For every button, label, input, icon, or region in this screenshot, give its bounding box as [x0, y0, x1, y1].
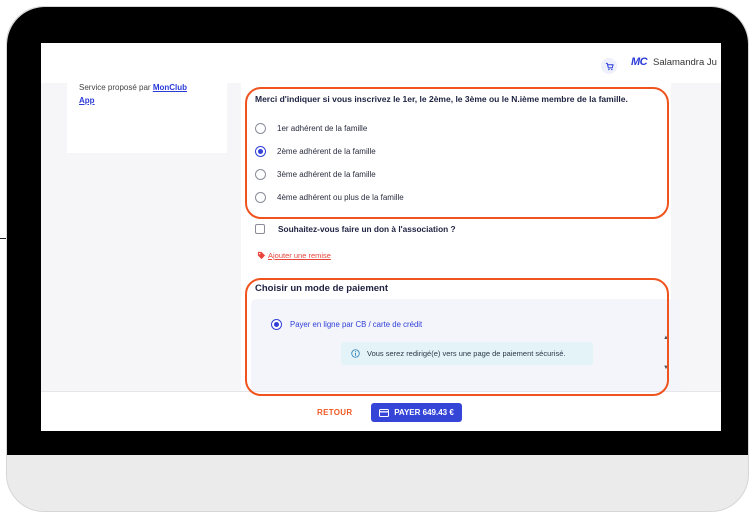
highlight-payment — [245, 278, 669, 396]
add-discount-link[interactable]: Ajouter une remise — [257, 251, 331, 260]
device-frame: MC Salamandra Ju Service proposé par Mon… — [6, 6, 749, 512]
user-name[interactable]: Salamandra Ju — [653, 57, 717, 68]
cart-button[interactable] — [601, 58, 617, 74]
service-link-app[interactable]: App — [79, 96, 95, 105]
pay-button[interactable]: PAYER 649.43 € — [371, 403, 462, 422]
pay-button-label: PAYER 649.43 € — [394, 408, 454, 417]
back-button[interactable]: RETOUR — [317, 408, 352, 417]
cart-icon — [605, 62, 614, 70]
footer-bar: RETOUR PAYER 649.43 € — [41, 391, 721, 431]
card-icon — [379, 408, 390, 417]
stage: MC Salamandra Ju Service proposé par Mon… — [0, 0, 755, 519]
add-discount-label: Ajouter une remise — [268, 251, 331, 260]
tag-icon — [257, 251, 266, 260]
service-link[interactable]: MonClub — [153, 83, 187, 92]
screen: MC Salamandra Ju Service proposé par Mon… — [41, 43, 721, 431]
sidebar-card: Service proposé par MonClub App — [67, 77, 227, 153]
donation-label: Souhaitez-vous faire un don à l'associat… — [278, 224, 456, 234]
brand-logo: MC — [631, 56, 648, 68]
highlight-membership — [245, 87, 669, 219]
service-label: Service proposé par — [79, 83, 151, 92]
donation-checkbox[interactable] — [255, 224, 265, 234]
donation-row[interactable]: Souhaitez-vous faire un don à l'associat… — [255, 224, 456, 234]
service-provider-text: Service proposé par MonClub App — [79, 81, 187, 107]
